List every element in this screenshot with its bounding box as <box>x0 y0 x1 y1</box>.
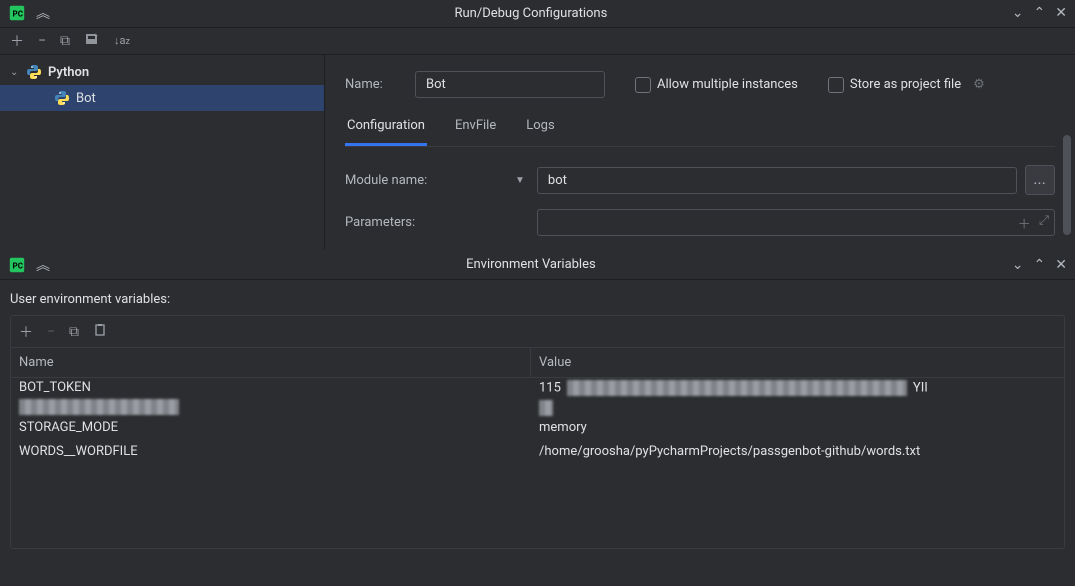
add-param-icon[interactable]: ＋ <box>1018 213 1031 232</box>
tree-category-python[interactable]: ⌄ Python <box>0 59 324 85</box>
dialog-title: Run/Debug Configurations <box>50 6 1012 21</box>
parameters-input[interactable] <box>537 209 1055 236</box>
save-template-button[interactable]: + <box>84 31 100 51</box>
config-tabs: Configuration EnvFile Logs <box>345 118 1055 147</box>
add-config-button[interactable]: ＋ <box>10 31 24 51</box>
pycharm-icon: PC <box>8 4 26 22</box>
store-as-project-label: Store as project file <box>850 77 961 92</box>
env-var-name: STORAGE_MODE <box>11 420 531 435</box>
user-env-label: User environment variables: <box>10 292 1065 307</box>
name-input[interactable] <box>415 71 605 98</box>
svg-text:PC: PC <box>13 9 24 19</box>
dialog-title: Environment Variables <box>50 257 1012 272</box>
table-row[interactable]: BOT_TOKEN115YII <box>11 378 1064 418</box>
paste-var-button[interactable] <box>93 323 107 341</box>
tab-envfile[interactable]: EnvFile <box>453 118 498 146</box>
python-icon <box>26 64 42 80</box>
environment-variables-dialog: PC ︽ Environment Variables ⌄ ⌃ ✕ User en… <box>0 250 1075 586</box>
tab-logs[interactable]: Logs <box>524 118 556 146</box>
allow-multiple-label: Allow multiple instances <box>657 77 798 92</box>
store-as-project-checkbox[interactable] <box>828 77 844 93</box>
svg-text:+: + <box>94 32 98 40</box>
svg-text:PC: PC <box>13 260 24 270</box>
column-name: Name <box>11 348 531 377</box>
run-debug-configurations-dialog: PC ︽ Run/Debug Configurations ⌄ ⌃ ✕ ＋ − … <box>0 0 1075 250</box>
remove-var-button[interactable]: − <box>47 324 55 340</box>
maximize-icon[interactable]: ⌃ <box>1034 257 1046 273</box>
title-bar: PC ︽ Run/Debug Configurations ⌄ ⌃ ✕ <box>0 0 1075 28</box>
expand-up-icon[interactable]: ︽ <box>36 255 50 275</box>
table-header: Name Value <box>11 348 1064 378</box>
config-tree: ⌄ Python Bot <box>0 55 325 250</box>
env-var-name: BOT_TOKEN <box>11 380 531 415</box>
env-table: ＋ − ⧉ Name Value BOT_TOKEN115YIISTORAGE_… <box>10 315 1065 549</box>
tab-configuration[interactable]: Configuration <box>345 118 427 146</box>
env-var-name: WORDS__WORDFILE <box>11 444 531 459</box>
close-icon[interactable]: ✕ <box>1055 257 1067 273</box>
module-name-input[interactable] <box>537 167 1017 194</box>
browse-module-button[interactable]: ... <box>1025 165 1055 195</box>
module-name-label: Module name: <box>345 173 515 188</box>
python-icon <box>54 90 70 106</box>
sort-alpha-button[interactable]: ↓az <box>114 34 130 47</box>
chevron-down-icon: ⌄ <box>10 67 20 78</box>
close-icon[interactable]: ✕ <box>1055 5 1067 21</box>
expand-up-icon[interactable]: ︽ <box>36 3 50 23</box>
parameters-label: Parameters: <box>345 215 515 230</box>
config-form: Name: Allow multiple instances Store as … <box>325 55 1075 250</box>
expand-param-icon[interactable]: ⤢ <box>1039 213 1049 232</box>
name-label: Name: <box>345 77 405 92</box>
env-var-value: 115YII <box>531 380 1064 416</box>
column-value: Value <box>531 355 1064 370</box>
env-var-value: memory <box>531 420 1064 435</box>
scrollbar[interactable] <box>1063 135 1071 235</box>
tree-item-bot[interactable]: Bot <box>0 85 324 111</box>
config-toolbar: ＋ − ⧉ + ↓az <box>0 28 1075 56</box>
module-dropdown-icon[interactable]: ▼ <box>515 175 525 186</box>
gear-icon[interactable]: ⚙ <box>973 77 985 92</box>
minimize-icon[interactable]: ⌄ <box>1012 257 1024 273</box>
remove-config-button[interactable]: − <box>38 33 46 49</box>
add-var-button[interactable]: ＋ <box>19 322 33 342</box>
allow-multiple-checkbox[interactable] <box>635 77 651 93</box>
maximize-icon[interactable]: ⌃ <box>1034 5 1046 21</box>
pycharm-icon: PC <box>8 256 26 274</box>
title-bar: PC ︽ Environment Variables ⌄ ⌃ ✕ <box>0 250 1075 280</box>
env-toolbar: ＋ − ⧉ <box>11 316 1064 348</box>
minimize-icon[interactable]: ⌄ <box>1012 5 1024 21</box>
table-row[interactable]: STORAGE_MODEmemory <box>11 418 1064 442</box>
copy-config-button[interactable]: ⧉ <box>60 33 70 49</box>
env-var-value: /home/groosha/pyPycharmProjects/passgenb… <box>531 444 1064 459</box>
copy-var-button[interactable]: ⧉ <box>69 324 79 340</box>
table-row[interactable]: WORDS__WORDFILE/home/groosha/pyPycharmPr… <box>11 442 1064 466</box>
